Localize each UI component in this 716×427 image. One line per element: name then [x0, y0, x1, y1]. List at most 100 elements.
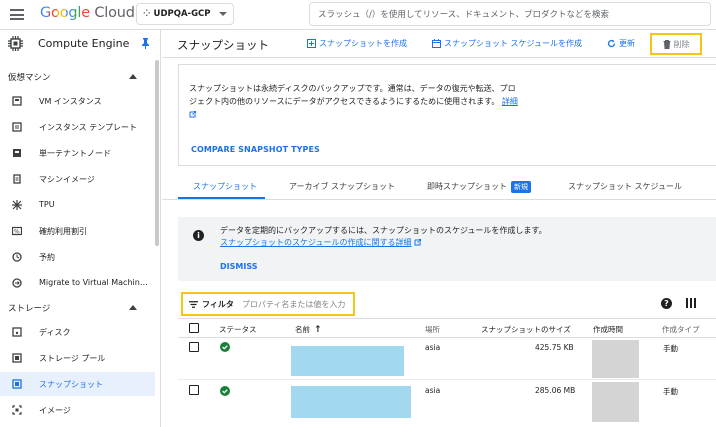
- external-link-icon: [189, 111, 196, 118]
- image-icon: [12, 405, 22, 415]
- learn-more-link[interactable]: 詳細: [502, 97, 518, 106]
- row-checkbox[interactable]: [189, 385, 199, 395]
- help-icon[interactable]: ?: [661, 298, 672, 309]
- sidebar-header: Compute Engine: [0, 30, 160, 58]
- create-schedule-label: スナップショット スケジュールを作成: [444, 39, 582, 48]
- sidebar-item-images[interactable]: イメージ: [0, 398, 155, 422]
- machine-image-icon: [12, 174, 22, 184]
- google-cloud-logo[interactable]: Google Cloud: [40, 5, 135, 21]
- dismiss-button[interactable]: DISMISS: [220, 262, 257, 271]
- sidebar-item-migrate[interactable]: Migrate to Virtual Machin…: [0, 271, 155, 295]
- sidebar-section-vm[interactable]: 仮想マシン: [0, 67, 155, 87]
- creation-type-cell: 手動: [663, 344, 678, 353]
- sidebar-section-storage[interactable]: ストレージ: [0, 298, 155, 318]
- caret-down-icon: [219, 12, 227, 16]
- project-name: UDPQA-GCP: [153, 9, 211, 19]
- reservation-icon: [12, 252, 22, 262]
- filter-bar: フィルタ プロパティ名または値を入力 ?: [162, 292, 716, 318]
- add-box-icon: [307, 39, 316, 48]
- calendar-icon: [432, 39, 441, 48]
- column-creation-type[interactable]: 作成タイプ: [662, 324, 700, 335]
- sidebar-item-reservations[interactable]: 予約: [0, 245, 155, 269]
- migrate-icon: [12, 278, 22, 288]
- column-creation-time[interactable]: 作成時間: [593, 324, 623, 335]
- sidebar-item-committed-use-discounts[interactable]: % 確約利用割引: [0, 219, 155, 243]
- tab-snapshots[interactable]: スナップショット: [193, 181, 257, 192]
- row-checkbox[interactable]: [189, 342, 199, 352]
- banner-message: データを定期的にバックアップするには、スナップショットのスケジュールを作成します…: [220, 225, 547, 249]
- creation-type-cell: 手動: [663, 387, 678, 396]
- tab-instant-snapshots-label: 即時スナップショット: [427, 182, 507, 191]
- info-panel: スナップショットは永続ディスクのバックアップです。通常は、データの復元や転送、プ…: [178, 64, 716, 166]
- column-display-icon[interactable]: [686, 298, 696, 308]
- table-row[interactable]: asia 425.75 KB 手動: [178, 338, 716, 380]
- snapshot-name-link[interactable]: [291, 386, 411, 418]
- sidebar-item-label: VM インスタンス: [39, 97, 102, 106]
- table-row[interactable]: asia 285.06 MB 手動: [178, 380, 716, 422]
- sidebar-item-vm-instances[interactable]: VM インスタンス: [0, 89, 155, 113]
- column-status[interactable]: ステータス: [219, 324, 257, 335]
- refresh-icon: [607, 39, 616, 48]
- refresh-button[interactable]: 更新: [607, 38, 635, 49]
- sidebar-item-label: イメージ: [39, 406, 71, 415]
- compare-snapshot-types-link[interactable]: COMPARE SNAPSHOT TYPES: [191, 145, 320, 154]
- sidebar-section-label: ストレージ: [8, 304, 51, 314]
- size-cell: 425.75 KB: [535, 343, 574, 352]
- info-text: スナップショットは永続ディスクのバックアップです。通常は、データの復元や転送、プ…: [189, 84, 516, 106]
- sidebar-item-sole-tenant-nodes[interactable]: 単一テナントノード: [0, 141, 155, 165]
- page-title: スナップショット: [177, 38, 269, 52]
- table-header: ステータス 名前 ↑ 場所 スナップショットのサイズ 作成時間 作成タイプ: [178, 318, 716, 338]
- sidebar-item-label: 確約利用割引: [39, 227, 87, 236]
- filter-label: フィルタ: [202, 299, 234, 309]
- sidebar-item-snapshots[interactable]: スナップショット: [0, 372, 155, 396]
- delete-button[interactable]: 削除: [650, 33, 702, 55]
- column-location[interactable]: 場所: [425, 324, 440, 335]
- sidebar-scrollbar[interactable]: [155, 60, 159, 246]
- tab-bar: スナップショット アーカイブ スナップショット 即時スナップショット 新規 スナッ…: [162, 176, 716, 200]
- project-icon: ⁘: [143, 9, 150, 19]
- menu-icon[interactable]: [10, 9, 24, 20]
- schedule-learn-more-link[interactable]: スナップショットのスケジュールの作成に関する詳細: [220, 238, 411, 247]
- product-title: Compute Engine: [38, 37, 130, 50]
- discount-icon: %: [12, 226, 22, 236]
- tab-snapshot-schedules[interactable]: スナップショット スケジュール: [568, 181, 682, 192]
- create-schedule-button[interactable]: スナップショット スケジュールを作成: [432, 38, 582, 49]
- sidebar-item-label: TPU: [39, 200, 55, 209]
- brand-cloud: Cloud: [94, 5, 135, 21]
- project-selector[interactable]: ⁘ UDPQA-GCP: [136, 3, 234, 25]
- sidebar-item-tpu[interactable]: TPU: [0, 193, 155, 217]
- tab-instant-snapshots[interactable]: 即時スナップショット 新規: [427, 181, 531, 193]
- search-placeholder: スラッシュ（/）を使用してリソース、ドキュメント、プロダクトなどを検索: [318, 10, 610, 20]
- sidebar-item-label: マシンイメージ: [39, 175, 95, 184]
- create-snapshot-button[interactable]: スナップショットを作成: [307, 38, 407, 49]
- filter-placeholder: プロパティ名または値を入力: [241, 299, 346, 309]
- sidebar-item-storage-pools[interactable]: ストレージ プール: [0, 346, 155, 370]
- trash-icon: [663, 39, 670, 49]
- search-input[interactable]: スラッシュ（/）を使用してリソース、ドキュメント、プロダクトなどを検索: [309, 2, 711, 26]
- snapshot-icon: [12, 379, 22, 389]
- sidebar-item-label: 予約: [39, 253, 55, 262]
- sidebar-item-instance-templates[interactable]: インスタンス テンプレート: [0, 115, 155, 139]
- top-bar: Google Cloud ⁘ UDPQA-GCP スラッシュ（/）を使用してリソ…: [0, 0, 716, 30]
- pin-icon[interactable]: [141, 38, 150, 52]
- sidebar-item-machine-images[interactable]: マシンイメージ: [0, 167, 155, 191]
- sidebar-item-label: 単一テナントノード: [39, 149, 111, 158]
- create-snapshot-label: スナップショットを作成: [319, 39, 407, 48]
- column-name[interactable]: 名前 ↑: [295, 324, 322, 335]
- column-snapshot-size[interactable]: スナップショットのサイズ: [481, 324, 571, 335]
- snapshot-name-link[interactable]: [291, 346, 404, 376]
- refresh-label: 更新: [619, 39, 635, 48]
- column-name-label: 名前: [295, 325, 310, 334]
- sidebar-item-label: ストレージ プール: [39, 354, 106, 363]
- tab-archive-snapshots[interactable]: アーカイブ スナップショット: [289, 181, 395, 192]
- page-header: スナップショット スナップショットを作成 スナップショット スケジュールを作成 …: [162, 30, 716, 58]
- sidebar-item-disks[interactable]: ディスク: [0, 320, 155, 344]
- status-ok-icon: [220, 386, 230, 396]
- location-cell: asia: [425, 386, 441, 395]
- select-all-checkbox[interactable]: [189, 323, 199, 333]
- creation-time-cell: [592, 340, 639, 378]
- status-ok-icon: [220, 342, 230, 352]
- brand-google: Google: [40, 5, 90, 21]
- filter-icon: [189, 300, 198, 308]
- filter-input[interactable]: フィルタ プロパティ名または値を入力: [181, 292, 355, 316]
